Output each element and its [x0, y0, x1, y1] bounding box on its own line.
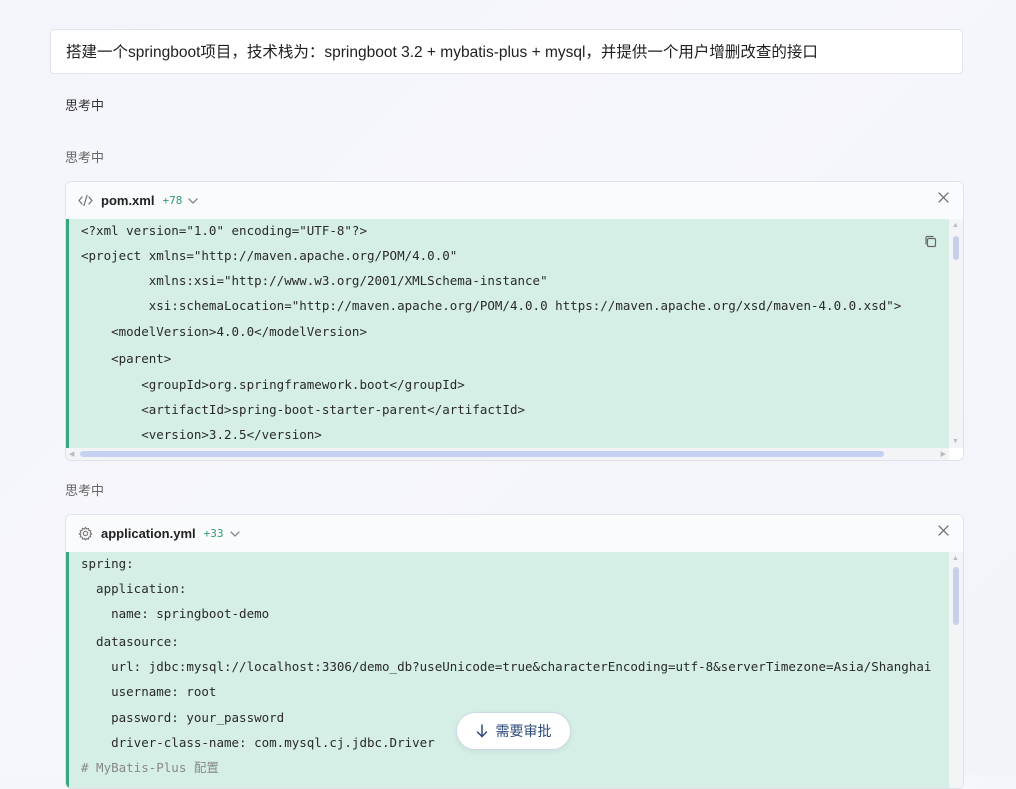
approval-label: 需要审批 [495, 723, 552, 739]
file-diff-panel-pom: pom.xml +78 <?xml version="1.0" encoding… [65, 181, 964, 461]
scrollbar-thumb[interactable] [953, 567, 959, 625]
code-view[interactable]: <?xml version="1.0" encoding="UTF-8"?> <… [66, 219, 949, 448]
code-line: driver-class-name: com.mysql.cj.jdbc.Dri… [81, 735, 435, 750]
diff-count: +78 [162, 194, 183, 207]
gear-icon [77, 526, 93, 542]
code-line: <project xmlns="http://maven.apache.org/… [81, 248, 458, 263]
code-line: username: root [81, 684, 217, 699]
scroll-left-arrow-icon[interactable]: ◀ [69, 450, 74, 458]
horizontal-scrollbar[interactable]: ◀ ▶ [66, 448, 949, 460]
chevron-down-icon[interactable] [229, 530, 240, 537]
code-view[interactable]: spring: application: name: springboot-de… [66, 552, 949, 788]
chevron-down-icon[interactable] [188, 197, 198, 204]
code-line: <?xml version="1.0" encoding="UTF-8"?> [81, 223, 367, 238]
approval-required-button[interactable]: 需要审批 [456, 712, 571, 750]
scrollbar-thumb[interactable] [80, 451, 884, 457]
code-line: application: [81, 581, 187, 596]
scroll-down-arrow-icon[interactable]: ▼ [952, 438, 959, 445]
diff-count: +33 [203, 527, 224, 540]
file-header[interactable]: pom.xml +78 [66, 182, 963, 220]
code-line: password: your_password [81, 710, 285, 725]
close-icon[interactable] [938, 525, 949, 536]
code-line: xsi:schemaLocation="http://maven.apache.… [81, 298, 902, 313]
scroll-up-arrow-icon[interactable]: ▲ [952, 555, 959, 562]
scrollbar-thumb[interactable] [953, 236, 959, 260]
code-line: <modelVersion>4.0.0</modelVersion> [81, 324, 367, 339]
code-line: <artifactId>spring-boot-starter-parent</… [81, 402, 526, 417]
code-comment-line: # MyBatis-Plus 配置 [81, 760, 219, 775]
code-line: url: jdbc:mysql://localhost:3306/demo_db… [81, 659, 932, 674]
code-line: xmlns:xsi="http://www.w3.org/2001/XMLSch… [81, 273, 548, 288]
user-prompt: 搭建一个springboot项目，技术栈为：springboot 3.2 + m… [50, 29, 963, 74]
code-line: spring: [81, 556, 134, 571]
arrow-down-icon [476, 724, 488, 738]
code-line: <parent> [81, 351, 172, 366]
vertical-scrollbar[interactable]: ▲ [949, 552, 963, 788]
copy-icon[interactable] [924, 235, 937, 248]
thinking-status[interactable]: 思考中 [65, 147, 104, 166]
file-name: pom.xml [101, 193, 155, 208]
file-header[interactable]: application.yml +33 [66, 515, 963, 553]
code-line: name: springboot-demo [81, 606, 270, 621]
code-line: <version>3.2.5</version> [81, 427, 322, 442]
file-name: application.yml [101, 526, 196, 541]
vertical-scrollbar[interactable]: ▲ ▼ [949, 219, 963, 448]
thinking-status[interactable]: 思考中 [65, 480, 104, 499]
code-icon [77, 193, 93, 209]
code-line: datasource: [81, 634, 179, 649]
scroll-right-arrow-icon[interactable]: ▶ [941, 450, 946, 458]
thinking-status[interactable]: 思考中 [65, 95, 104, 114]
close-icon[interactable] [938, 192, 949, 203]
code-line: <groupId>org.springframework.boot</group… [81, 377, 465, 392]
scroll-up-arrow-icon[interactable]: ▲ [952, 222, 959, 229]
